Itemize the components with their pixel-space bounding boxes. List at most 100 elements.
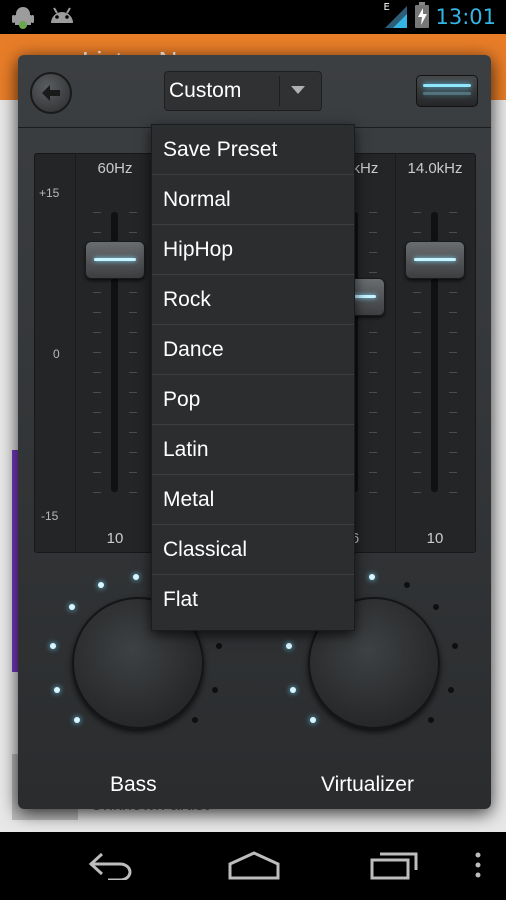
knob-level-dot [192, 717, 199, 724]
band-tick [369, 232, 377, 233]
knob-level-dot [50, 643, 57, 650]
band-tick [413, 372, 421, 373]
eq-band-4: 14.0kHz 10 [395, 154, 475, 552]
back-nav-icon[interactable] [88, 850, 136, 884]
preset-select[interactable]: Custom [164, 71, 322, 111]
knob-level-dot [404, 581, 411, 588]
band-tick [129, 332, 137, 333]
band-tick [369, 492, 377, 493]
band-tick [369, 252, 377, 253]
knob-level-dot [447, 686, 454, 693]
band-tick [449, 212, 457, 213]
back-arrow-icon [42, 85, 60, 101]
band-tick [449, 392, 457, 393]
band-frequency-label: 60Hz [97, 160, 133, 177]
band-tick [129, 312, 137, 313]
band-tick [413, 492, 421, 493]
band-tick [369, 372, 377, 373]
band-tick [449, 292, 457, 293]
network-type: E [383, 2, 390, 13]
band-tick [93, 332, 101, 333]
preset-menu-item[interactable]: Latin [152, 425, 354, 475]
knob-level-dot [97, 581, 104, 588]
toggle-glow-line [423, 84, 471, 87]
dialog-header: Custom [18, 55, 491, 128]
band-tick [413, 452, 421, 453]
knob-level-dot [433, 604, 440, 610]
band-tick [449, 452, 457, 453]
signal-icon: E [383, 2, 409, 30]
band-tick [413, 312, 421, 313]
band-frequency-label: 14.0kHz [407, 160, 463, 177]
band-tick [129, 492, 137, 493]
status-clock: 13:01 [435, 5, 496, 29]
band-tick [93, 412, 101, 413]
band-tick [449, 492, 457, 493]
home-nav-icon[interactable] [226, 850, 282, 884]
knob-level-dot [286, 643, 293, 650]
android-debug-icon [48, 5, 76, 33]
band-tick [413, 472, 421, 473]
knob-level-dot [211, 686, 218, 693]
band-tick [129, 232, 137, 233]
knob-level-dot [451, 643, 458, 650]
band-tick [413, 412, 421, 413]
knob-level-dot [428, 717, 435, 724]
preset-menu-item[interactable]: Rock [152, 275, 354, 325]
eq-band-0: 60Hz 10 [75, 154, 155, 552]
band-tick [93, 372, 101, 373]
status-bar: E 13:01 [0, 0, 506, 34]
preset-menu: Save Preset Normal HipHop Rock Dance Pop Latin… [151, 124, 355, 631]
band-tick [449, 412, 457, 413]
knob-level-dot [54, 686, 61, 693]
scale-max-label: +15 [39, 186, 60, 200]
band-tick [369, 392, 377, 393]
knob-level-dot [215, 643, 222, 650]
recent-apps-nav-icon[interactable] [370, 850, 420, 884]
preset-menu-item[interactable]: Dance [152, 325, 354, 375]
band-tick [93, 492, 101, 493]
band-tick [369, 472, 377, 473]
band-tick [93, 292, 101, 293]
equalizer-toggle[interactable] [416, 75, 478, 107]
band-tick [129, 392, 137, 393]
knob-level-dot [290, 686, 297, 693]
band-value: 10 [426, 530, 444, 547]
band-tick [129, 452, 137, 453]
back-button[interactable] [30, 72, 72, 114]
band-tick [413, 232, 421, 233]
band-tick [129, 352, 137, 353]
band-tick [129, 472, 137, 473]
scale-mid-label: 0 [53, 347, 60, 361]
knob-level-dot [369, 574, 375, 580]
band-slider-thumb[interactable] [85, 240, 145, 279]
preset-menu-item[interactable]: Pop [152, 375, 354, 425]
band-slider-thumb[interactable] [405, 240, 465, 279]
knob-level-dot [133, 574, 139, 580]
band-tick [449, 372, 457, 373]
preset-menu-item[interactable]: Save Preset [152, 125, 354, 175]
virtualizer-label: Virtualizer [321, 773, 414, 796]
preset-menu-item[interactable]: Flat [152, 575, 354, 625]
preset-menu-item[interactable]: Metal [152, 475, 354, 525]
band-tick [129, 292, 137, 293]
band-tick [93, 212, 101, 213]
android-icon [10, 5, 36, 33]
band-tick [413, 212, 421, 213]
knob-level-dot [73, 717, 80, 724]
thumb-glow-line [414, 257, 456, 261]
preset-menu-item[interactable]: HipHop [152, 225, 354, 275]
preset-menu-item[interactable]: Normal [152, 175, 354, 225]
band-tick [93, 352, 101, 353]
battery-charging-icon [415, 2, 430, 32]
overflow-menu-icon[interactable] [474, 850, 482, 884]
band-tick [413, 432, 421, 433]
navigation-bar [0, 832, 506, 900]
toggle-glow-line [423, 92, 471, 95]
band-tick [449, 332, 457, 333]
preset-menu-item[interactable]: Classical [152, 525, 354, 575]
band-tick [449, 472, 457, 473]
band-tick [93, 232, 101, 233]
band-tick [369, 452, 377, 453]
band-value: 10 [106, 530, 124, 547]
